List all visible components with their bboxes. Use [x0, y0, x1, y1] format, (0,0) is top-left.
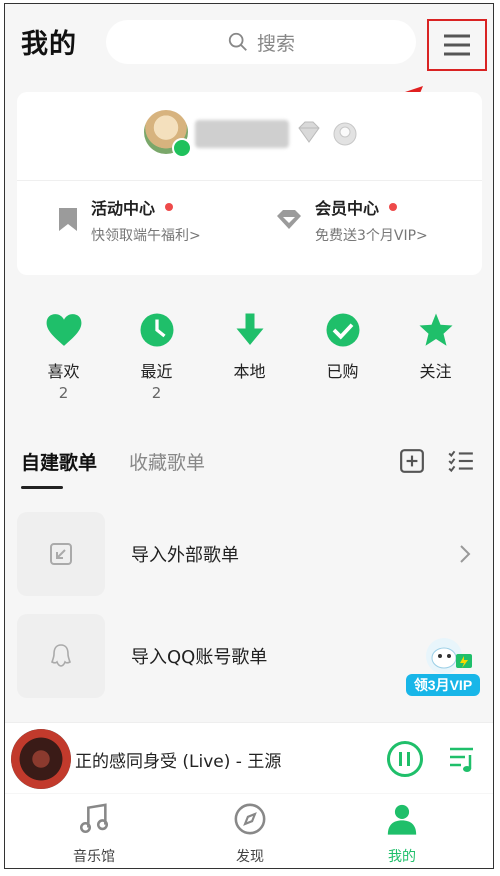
download-icon — [236, 313, 263, 345]
import-external-playlist[interactable]: 导入外部歌单 — [17, 510, 482, 598]
quick-follow[interactable]: 关注 — [396, 312, 476, 402]
tab-underline — [21, 486, 63, 489]
pause-button[interactable] — [387, 741, 423, 777]
check-circle-icon — [326, 313, 359, 347]
diamond-icon — [277, 210, 301, 229]
now-playing-text: 正的感同身受 (Live) - 王源 — [75, 752, 282, 772]
level-badge-icon[interactable] — [331, 120, 359, 148]
quick-local[interactable]: 本地 — [210, 312, 290, 402]
vip-center-subtitle: 免费送3个月VIP> — [315, 228, 428, 244]
pause-icon — [399, 752, 410, 766]
import-qq-playlist[interactable]: 导入QQ账号歌单 领3月VIP — [17, 612, 482, 700]
bookmark-icon — [59, 208, 77, 231]
user-icon — [387, 804, 417, 835]
import-external-label: 导入外部歌单 — [131, 545, 239, 566]
album-cover[interactable] — [11, 729, 71, 789]
wechat-badge-icon — [172, 138, 192, 158]
notification-dot — [165, 203, 174, 211]
quick-like-label: 喜欢 — [47, 362, 80, 381]
compass-icon — [234, 803, 266, 835]
nav-discover-label: 发现 — [236, 849, 264, 865]
nav-music-hall-label: 音乐馆 — [73, 849, 115, 865]
qq-thumb — [17, 614, 105, 698]
notification-dot — [389, 203, 398, 211]
page-title: 我的 — [21, 29, 77, 60]
vip-center-title: 会员中心 — [315, 199, 380, 218]
activity-center-title: 活动中心 — [91, 199, 156, 218]
profile-card: 活动中心 快领取端午福利> 会员中心 免费送3个月VIP> — [17, 92, 482, 275]
nav-mine-label: 我的 — [388, 849, 416, 865]
quick-recent-count: 2 — [151, 384, 162, 402]
vip-badge-text: 领3月VIP — [414, 677, 472, 693]
search-placeholder: 搜索 — [256, 32, 295, 55]
tab-collected[interactable]: 收藏歌单 — [129, 448, 205, 475]
import-icon — [50, 543, 72, 565]
chevron-right-icon — [460, 545, 471, 563]
quick-recent[interactable]: 最近 2 — [117, 312, 197, 402]
quick-recent-label: 最近 — [140, 362, 173, 381]
diamond-icon[interactable] — [295, 120, 323, 146]
add-playlist-icon[interactable] — [399, 448, 425, 474]
qq-penguin-icon — [51, 644, 71, 667]
import-thumb — [17, 512, 105, 596]
nav-discover[interactable]: 发现 — [205, 802, 295, 866]
app-frame: 我的 搜索 活动中心 快领取端午福利> 会员中心 免费送3个月VIP> 喜欢 2… — [4, 3, 494, 869]
tab-self-built[interactable]: 自建歌单 — [21, 448, 97, 475]
menu-button[interactable] — [427, 19, 487, 71]
vip-icons — [295, 120, 359, 148]
star-icon — [419, 313, 452, 346]
clock-icon — [140, 313, 173, 347]
activity-center[interactable]: 活动中心 快领取端午福利> — [57, 190, 201, 250]
profile-divider — [17, 180, 482, 181]
nav-mine[interactable]: 我的 — [357, 802, 447, 866]
bottom-nav: 音乐馆 发现 我的 — [5, 794, 493, 868]
quick-local-label: 本地 — [233, 362, 266, 381]
hamburger-menu-icon — [444, 34, 470, 56]
quick-follow-label: 关注 — [419, 362, 452, 381]
header: 我的 搜索 — [5, 4, 493, 86]
playlist-queue-icon[interactable] — [447, 743, 479, 775]
username-blurred[interactable] — [195, 120, 289, 148]
mini-player[interactable]: 正的感同身受 (Live) - 王源 — [5, 722, 493, 793]
music-note-icon — [79, 803, 109, 834]
vip-gift-badge[interactable]: 领3月VIP — [404, 632, 482, 702]
search-icon — [228, 32, 247, 51]
quick-purchased-label: 已购 — [326, 362, 359, 381]
quick-like-count: 2 — [58, 384, 69, 402]
nav-music-hall[interactable]: 音乐馆 — [49, 802, 139, 866]
activity-center-subtitle: 快领取端午福利> — [91, 228, 201, 244]
manage-list-icon[interactable] — [447, 448, 475, 474]
quick-actions: 喜欢 2 最近 2 本地 已购 关注 — [17, 312, 482, 402]
quick-like[interactable]: 喜欢 2 — [24, 312, 104, 402]
search-bar[interactable]: 搜索 — [106, 20, 416, 64]
tab-actions — [399, 448, 475, 474]
heart-icon — [46, 314, 81, 346]
quick-purchased[interactable]: 已购 — [303, 312, 383, 402]
vip-center[interactable]: 会员中心 免费送3个月VIP> — [275, 190, 428, 250]
playlist-tabs: 自建歌单 收藏歌单 — [19, 448, 479, 489]
